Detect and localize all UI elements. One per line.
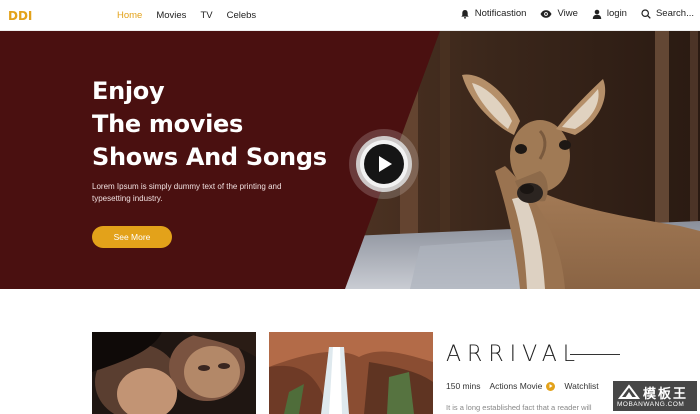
movie-meta: 150 mins Actions Movie Watchlist	[446, 381, 599, 391]
login-label: login	[606, 8, 627, 19]
watchlist-link[interactable]: Watchlist	[564, 381, 598, 391]
view-label: Viwe	[557, 8, 578, 19]
top-nav: DDI Home Movies TV Celebs Notificastion …	[0, 0, 700, 31]
menu-item-tv[interactable]: TV	[200, 10, 212, 21]
search-icon	[641, 8, 651, 19]
menu-item-home[interactable]: Home	[117, 10, 142, 21]
see-more-button[interactable]: See More	[92, 226, 172, 248]
main-menu: Home Movies TV Celebs	[117, 10, 256, 21]
movie-genre-label: Actions Movie	[489, 381, 543, 391]
watermark-url: MOBANWANG.COM	[617, 401, 685, 408]
login-link[interactable]: login	[592, 8, 627, 19]
menu-item-celebs[interactable]: Celebs	[227, 10, 257, 21]
watermark-logo-icon	[618, 384, 640, 399]
menu-item-movies[interactable]: Movies	[156, 10, 186, 21]
search-label: Search...	[655, 8, 694, 19]
view-link[interactable]: Viwe	[540, 8, 578, 19]
featured-movie-title: ARRIVAL	[446, 342, 582, 367]
movie-genre: Actions Movie	[490, 381, 556, 391]
arrow-right-icon	[546, 381, 556, 391]
hero-title: Enjoy The movies Shows And Songs	[92, 75, 327, 174]
featured-description: It is a long established fact that a rea…	[446, 403, 592, 412]
hero-banner: Enjoy The movies Shows And Songs Lorem I…	[0, 31, 700, 289]
hero-description: Lorem Ipsum is simply dummy text of the …	[92, 182, 282, 203]
eye-icon	[540, 9, 552, 18]
watermark-text: 模板王	[643, 386, 689, 401]
bell-icon	[461, 9, 469, 19]
hero-title-line: Shows And Songs	[92, 143, 327, 171]
logo[interactable]: DDI	[8, 9, 32, 23]
movie-duration: 150 mins	[446, 381, 481, 391]
search-link[interactable]: Search...	[641, 8, 694, 19]
movie-thumbnail-waterfall[interactable]	[269, 332, 433, 414]
watermark: 模板王 MOBANWANG.COM	[613, 381, 697, 411]
movie-thumbnail-couple[interactable]	[92, 332, 256, 414]
notification-link[interactable]: Notificastion	[460, 8, 527, 19]
play-button[interactable]	[348, 128, 420, 200]
hero-title-line: Enjoy	[92, 77, 165, 105]
hero-title-line: The movies	[92, 110, 244, 138]
notification-label: Notificastion	[474, 8, 527, 19]
user-nav: Notificastion Viwe login Search...	[460, 8, 694, 19]
title-divider	[570, 354, 620, 355]
user-icon	[592, 9, 602, 19]
